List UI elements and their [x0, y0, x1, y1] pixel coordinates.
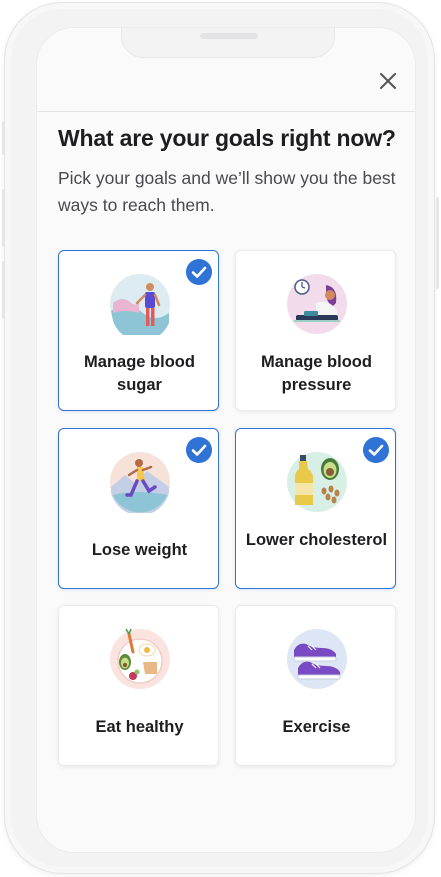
goal-card-lower-cholesterol[interactable]: Lower cholesterol	[235, 428, 396, 589]
goal-card-manage-blood-sugar[interactable]: Manage blood sugar	[58, 250, 219, 411]
goal-label: Exercise	[282, 718, 351, 736]
page-subtitle: Pick your goals and we’ll show you the b…	[58, 168, 396, 215]
checkmark-icon	[363, 437, 389, 463]
close-icon	[380, 73, 396, 89]
close-button[interactable]	[377, 70, 399, 92]
goal-label: Lose weight	[91, 541, 188, 559]
running-woman-illustration-icon	[110, 452, 170, 513]
oil-avocado-illustration-icon	[287, 452, 347, 512]
goal-label: Manage blood sugar	[84, 353, 195, 394]
goal-card-exercise[interactable]: Exercise	[235, 605, 396, 766]
page-title: What are your goals right now?	[58, 125, 396, 151]
goal-card-manage-blood-pressure[interactable]: Manage blood pressure	[235, 250, 396, 411]
device-notch	[121, 28, 335, 58]
sneakers-illustration-icon	[287, 629, 347, 689]
goal-label: Lower cholesterol	[245, 531, 388, 549]
volume-up-button	[2, 189, 5, 247]
mute-switch	[2, 121, 5, 155]
app-screen: What are your goals right now? Pick your…	[36, 27, 416, 853]
blood-sugar-illustration-icon	[110, 274, 170, 335]
speaker-grille	[200, 33, 258, 39]
goal-card-lose-weight[interactable]: Lose weight	[58, 428, 219, 589]
checkmark-icon	[186, 437, 212, 463]
healthy-plate-illustration-icon	[110, 628, 170, 689]
goal-label: Manage blood pressure	[261, 353, 372, 394]
phone-frame: What are your goals right now? Pick your…	[2, 2, 439, 874]
power-button	[436, 197, 439, 289]
volume-down-button	[2, 261, 5, 319]
blood-pressure-illustration-icon	[287, 274, 347, 334]
goal-label: Eat healthy	[95, 718, 184, 736]
checkmark-icon	[186, 259, 212, 285]
goal-card-eat-healthy[interactable]: Eat healthy	[58, 605, 219, 766]
